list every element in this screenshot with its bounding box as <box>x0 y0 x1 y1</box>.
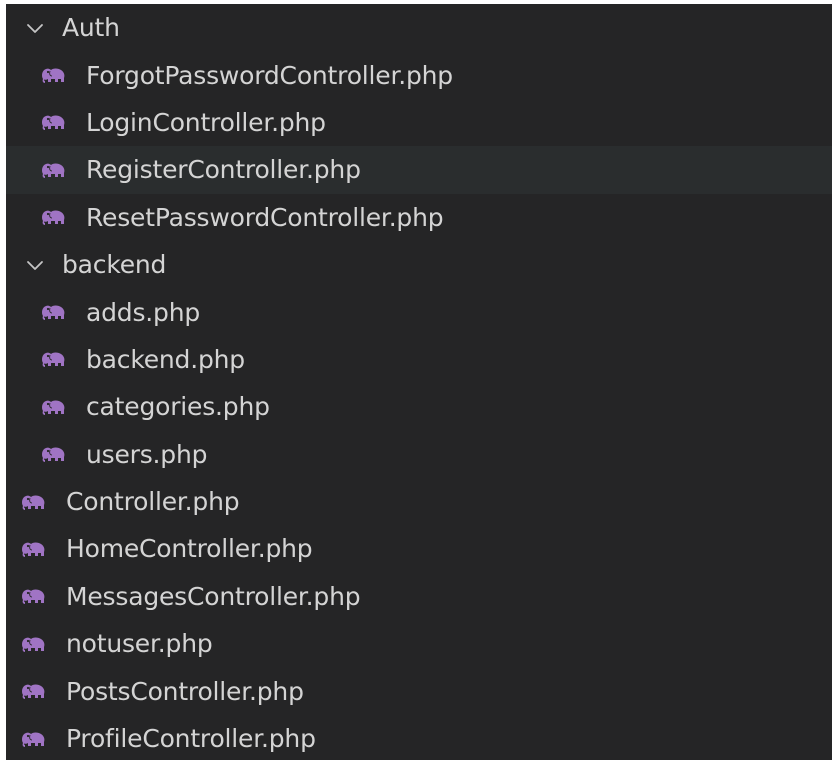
php-elephant-icon <box>20 730 46 748</box>
file-item[interactable]: adds.php <box>6 288 832 335</box>
file-label: notuser.php <box>66 629 213 659</box>
file-item[interactable]: ProfileController.php <box>6 715 832 760</box>
file-label: adds.php <box>86 297 201 327</box>
file-item[interactable]: users.php <box>6 431 832 478</box>
file-label: categories.php <box>86 392 270 422</box>
file-item[interactable]: backend.php <box>6 336 832 383</box>
php-elephant-icon <box>40 445 66 463</box>
file-item[interactable]: notuser.php <box>6 620 832 667</box>
file-item[interactable]: categories.php <box>6 383 832 430</box>
folder-backend[interactable]: backend <box>6 241 832 288</box>
folder-auth[interactable]: Auth <box>6 4 832 51</box>
folder-label: Auth <box>62 13 120 43</box>
file-item[interactable]: PostsController.php <box>6 667 832 714</box>
php-elephant-icon <box>40 113 66 131</box>
php-elephant-icon <box>20 540 46 558</box>
php-elephant-icon <box>40 66 66 84</box>
file-label: users.php <box>86 439 208 469</box>
folder-label: backend <box>62 250 167 280</box>
file-item[interactable]: HomeController.php <box>6 525 832 572</box>
chevron-down-icon[interactable] <box>24 17 46 39</box>
file-label: ResetPasswordController.php <box>86 202 444 232</box>
file-label: backend.php <box>86 344 245 374</box>
file-explorer: Auth ForgotPasswordController.php LoginC… <box>6 4 832 760</box>
chevron-down-icon[interactable] <box>24 254 46 276</box>
php-elephant-icon <box>40 161 66 179</box>
php-elephant-icon <box>20 682 46 700</box>
file-label: Controller.php <box>66 487 240 517</box>
file-item[interactable]: ResetPasswordController.php <box>6 194 832 241</box>
file-item[interactable]: ForgotPasswordController.php <box>6 51 832 98</box>
php-elephant-icon <box>20 493 46 511</box>
file-label: HomeController.php <box>66 534 313 564</box>
php-elephant-icon <box>20 635 46 653</box>
file-item[interactable]: LoginController.php <box>6 99 832 146</box>
file-label: ForgotPasswordController.php <box>86 60 453 90</box>
file-label: ProfileController.php <box>66 724 316 754</box>
php-elephant-icon <box>40 208 66 226</box>
file-item[interactable]: RegisterController.php <box>6 146 832 194</box>
php-elephant-icon <box>40 398 66 416</box>
file-label: RegisterController.php <box>86 155 361 185</box>
file-label: MessagesController.php <box>66 581 361 611</box>
file-item[interactable]: MessagesController.php <box>6 573 832 620</box>
php-elephant-icon <box>40 303 66 321</box>
file-label: PostsController.php <box>66 676 304 706</box>
php-elephant-icon <box>40 350 66 368</box>
file-label: LoginController.php <box>86 107 326 137</box>
file-item[interactable]: Controller.php <box>6 478 832 525</box>
php-elephant-icon <box>20 587 46 605</box>
